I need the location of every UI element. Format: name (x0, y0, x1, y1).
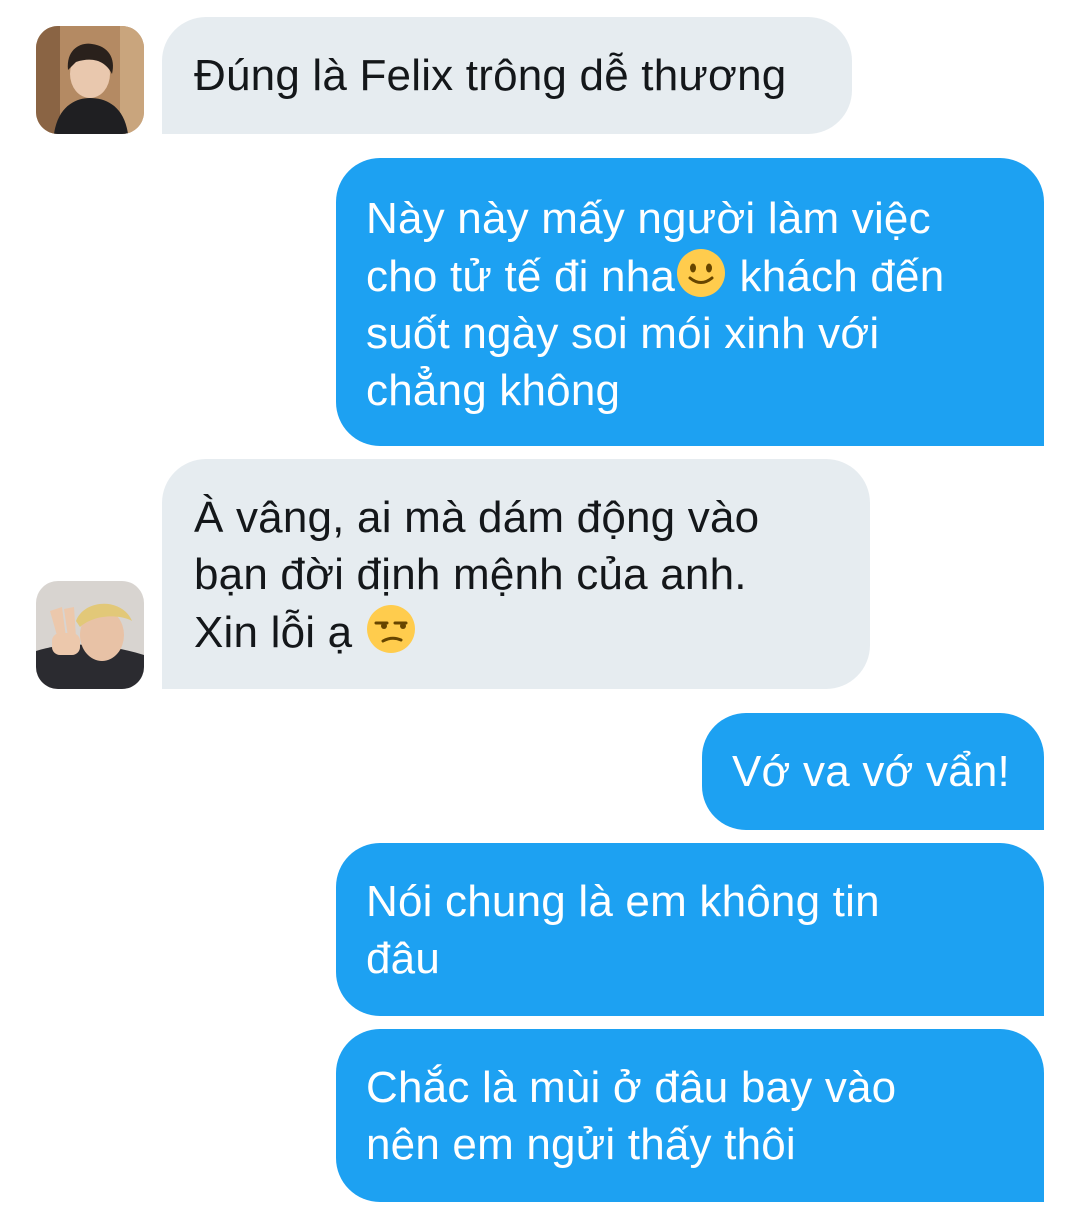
message-text: nên em ngửi thấy thôi (366, 1120, 796, 1169)
message-text: khách đến (739, 252, 945, 301)
user-avatar-photo-icon (36, 26, 144, 134)
message-text: Xin lỗi ạ (194, 608, 353, 657)
message-bubble[interactable]: Vớ va vớ vẩn! (702, 713, 1044, 830)
message-text: suốt ngày soi mói xinh với (366, 309, 880, 358)
message-bubble[interactable]: Đúng là Felix trông dễ thương (162, 17, 852, 134)
unamused-face-icon (365, 603, 417, 655)
message-bubble[interactable]: Chắc là mùi ở đâu bay vào nên em ngửi th… (336, 1029, 1044, 1202)
message-text: À vâng, ai mà dám động vào (194, 493, 760, 542)
message-text: Nói chung là em không tin (366, 877, 880, 926)
message-text: cho tử tế đi nha (366, 252, 676, 301)
message-text: Đúng là Felix trông dễ thương (194, 51, 787, 100)
user-avatar-photo-icon (36, 581, 144, 689)
sender-avatar[interactable] (36, 26, 144, 134)
message-bubble[interactable]: Này này mấy người làm việc cho tử tế đi … (336, 158, 1044, 446)
message-text: Này này mấy người làm việc (366, 194, 931, 243)
message-bubble[interactable]: Nói chung là em không tin đâu (336, 843, 1044, 1016)
message-text: chẳng không (366, 366, 621, 415)
message-bubble[interactable]: À vâng, ai mà dám động vào bạn đời định … (162, 459, 870, 689)
slightly-smiling-face-icon (675, 247, 727, 299)
message-text: Chắc là mùi ở đâu bay vào (366, 1063, 897, 1112)
message-text: bạn đời định mệnh của anh. (194, 550, 747, 599)
message-text-line: cho tử tế đi nha khách đến (366, 247, 1014, 305)
message-text: đâu (366, 934, 441, 983)
message-text-line: Xin lỗi ạ (194, 603, 838, 661)
message-text: Vớ va vớ vẩn! (732, 747, 1010, 796)
sender-avatar[interactable] (36, 581, 144, 689)
